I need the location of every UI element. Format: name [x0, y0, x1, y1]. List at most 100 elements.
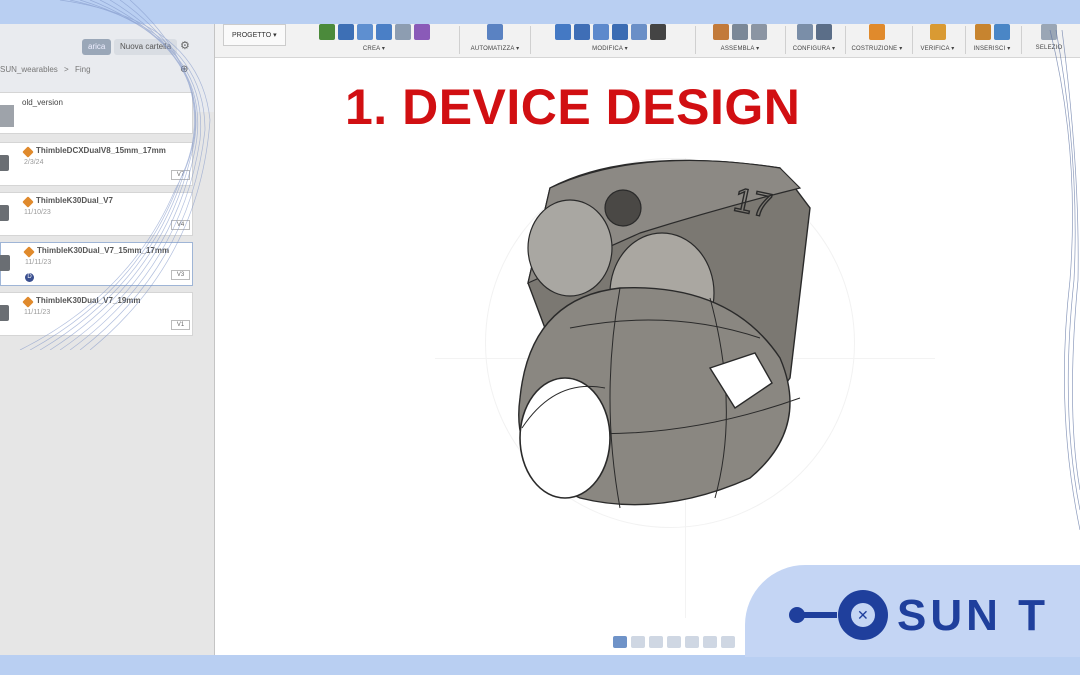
as-built-joint-icon[interactable]	[751, 24, 767, 40]
grid-icon[interactable]	[631, 636, 645, 648]
breadcrumb-folder[interactable]: Fing	[75, 65, 91, 74]
combine-icon[interactable]	[630, 24, 647, 40]
display-settings-icon[interactable]	[613, 636, 627, 648]
sun-logo: ✕ SUN T	[789, 590, 1049, 640]
form-icon[interactable]	[413, 24, 430, 40]
configure-icon[interactable]	[796, 24, 813, 40]
file-thumbnail	[0, 305, 9, 321]
brand-badge: ✕ SUN T	[745, 565, 1080, 657]
workspace-dropdown[interactable]: PROGETTO ▾	[223, 24, 286, 46]
workspace-label: PROGETTO	[232, 32, 272, 39]
toolbar-group-select[interactable]: SELEZIO	[1025, 24, 1073, 58]
toolbar-group-inspect[interactable]: VERIFICA ▾	[915, 24, 960, 58]
globe-icon[interactable]: ⊕	[180, 64, 188, 75]
toolbar-group-modify[interactable]: MODIFICA ▾	[535, 24, 685, 58]
version-dropdown[interactable]: V3	[171, 270, 190, 280]
gear-icon[interactable]: ⚙	[180, 39, 190, 52]
version-dropdown[interactable]: V1	[171, 320, 190, 330]
toolbar-group-construct[interactable]: COSTRUZIONE ▾	[847, 24, 907, 58]
design-cube-icon	[22, 196, 34, 208]
design-cube-icon	[22, 296, 34, 308]
orbit-icon[interactable]	[667, 636, 681, 648]
new-folder-button[interactable]: Nuova cartella	[114, 39, 178, 55]
breadcrumb-project[interactable]: SUN_wearables	[0, 65, 58, 74]
group-label-create: CREA ▾	[362, 46, 386, 52]
extrude-icon[interactable]	[337, 24, 354, 40]
file-date: 11/10/23	[24, 209, 51, 216]
plane-icon[interactable]	[869, 24, 885, 40]
file-thumbnail	[0, 255, 10, 271]
view-cube-icon[interactable]	[703, 636, 717, 648]
file-item[interactable]: ThimbleK30Dual_V7 11/10/23 V4	[0, 192, 193, 236]
model-rear-opening-left	[527, 199, 613, 297]
screen-icon[interactable]	[721, 636, 735, 648]
file-name: ThimbleK30Dual_V7_19mm	[36, 296, 141, 305]
folder-thumbnail	[0, 105, 14, 127]
toolbar-group-configure[interactable]: CONFIGURA ▾	[788, 24, 840, 58]
toolbar-group-assemble[interactable]: ASSEMBLA ▾	[700, 24, 780, 58]
group-label-automate: AUTOMATIZZA ▾	[470, 46, 520, 52]
slide-title: 1. DEVICE DESIGN	[345, 79, 801, 135]
revolve-icon[interactable]	[356, 24, 373, 40]
zoom-icon[interactable]	[685, 636, 699, 648]
file-date: 11/11/23	[25, 259, 52, 266]
insert-image-icon[interactable]	[993, 24, 1010, 40]
group-label-construct: COSTRUZIONE ▾	[851, 46, 903, 52]
fillet-icon[interactable]	[573, 24, 590, 40]
group-label-insert: INSERISCI ▾	[973, 46, 1011, 52]
brand-text: SUN T	[897, 591, 1049, 640]
breadcrumb-separator: >	[64, 65, 69, 74]
breadcrumb: SUN_wearables > Fing	[0, 65, 95, 74]
shell-icon[interactable]	[611, 24, 628, 40]
model-top-hole	[604, 189, 642, 227]
file-name: ThimbleK30Dual_V7	[36, 196, 113, 205]
file-thumbnail	[0, 155, 9, 171]
file-item[interactable]: ThimbleK30Dual_V7_19mm 11/11/23 V1	[0, 292, 193, 336]
chamfer-icon[interactable]	[592, 24, 609, 40]
group-label-modify: MODIFICA ▾	[592, 46, 628, 52]
file-name: ThimbleK30Dual_V7_15mm_17mm	[37, 246, 170, 255]
svg-text:✕: ✕	[857, 607, 869, 623]
file-name: ThimbleDCXDualV8_15mm_17mm	[36, 146, 166, 155]
measure-icon[interactable]	[929, 24, 946, 40]
folder-name: old_version	[22, 98, 63, 107]
insert-derive-icon[interactable]	[974, 24, 991, 40]
model-front-opening	[519, 377, 611, 499]
move-icon[interactable]	[649, 24, 666, 40]
toolbar-group-insert[interactable]: INSERISCI ▾	[967, 24, 1017, 58]
group-label-assemble: ASSEMBLA ▾	[720, 46, 760, 52]
automate-icon[interactable]	[487, 24, 503, 40]
user-badge: D	[25, 273, 34, 282]
file-date: 11/11/23	[24, 309, 51, 316]
toolbar-group-automate[interactable]: AUTOMATIZZA ▾	[465, 24, 525, 58]
folder-item[interactable]: old_version	[0, 92, 193, 134]
file-thumbnail	[0, 205, 9, 221]
thimble-model: 17	[518, 159, 811, 509]
press-pull-icon[interactable]	[554, 24, 571, 40]
select-icon[interactable]	[1041, 24, 1057, 40]
joint-icon[interactable]	[732, 24, 748, 40]
design-cube-icon	[22, 146, 34, 158]
group-label-configure: CONFIGURA ▾	[792, 46, 836, 52]
file-item[interactable]: ThimbleDCXDualV8_15mm_17mm 2/3/24 V7	[0, 142, 193, 186]
toolbar-group-create[interactable]: CREA ▾	[299, 24, 449, 58]
file-item-selected[interactable]: ThimbleK30Dual_V7_15mm_17mm 11/11/23 D V…	[0, 242, 193, 286]
group-label-select: SELEZIO	[1035, 45, 1063, 51]
pan-icon[interactable]	[649, 636, 663, 648]
file-date: 2/3/24	[24, 159, 44, 166]
version-dropdown[interactable]: V7	[171, 170, 190, 180]
frame-top	[0, 0, 1080, 24]
viewport-navigation-bar	[613, 636, 735, 652]
design-cube-icon	[23, 246, 35, 258]
rectangle-icon[interactable]	[394, 24, 411, 40]
new-component-icon[interactable]	[713, 24, 729, 40]
version-dropdown[interactable]: V4	[171, 220, 190, 230]
data-panel: arica Nuova cartella ⚙ SUN_wearables > F…	[0, 24, 215, 655]
table-icon[interactable]	[815, 24, 832, 40]
upload-button[interactable]: arica	[82, 39, 112, 55]
group-label-inspect: VERIFICA ▾	[920, 46, 955, 52]
sketch-icon[interactable]	[318, 24, 335, 40]
hole-icon[interactable]	[375, 24, 392, 40]
model-size-label: 17	[730, 181, 775, 226]
frame-bottom	[0, 655, 1080, 675]
